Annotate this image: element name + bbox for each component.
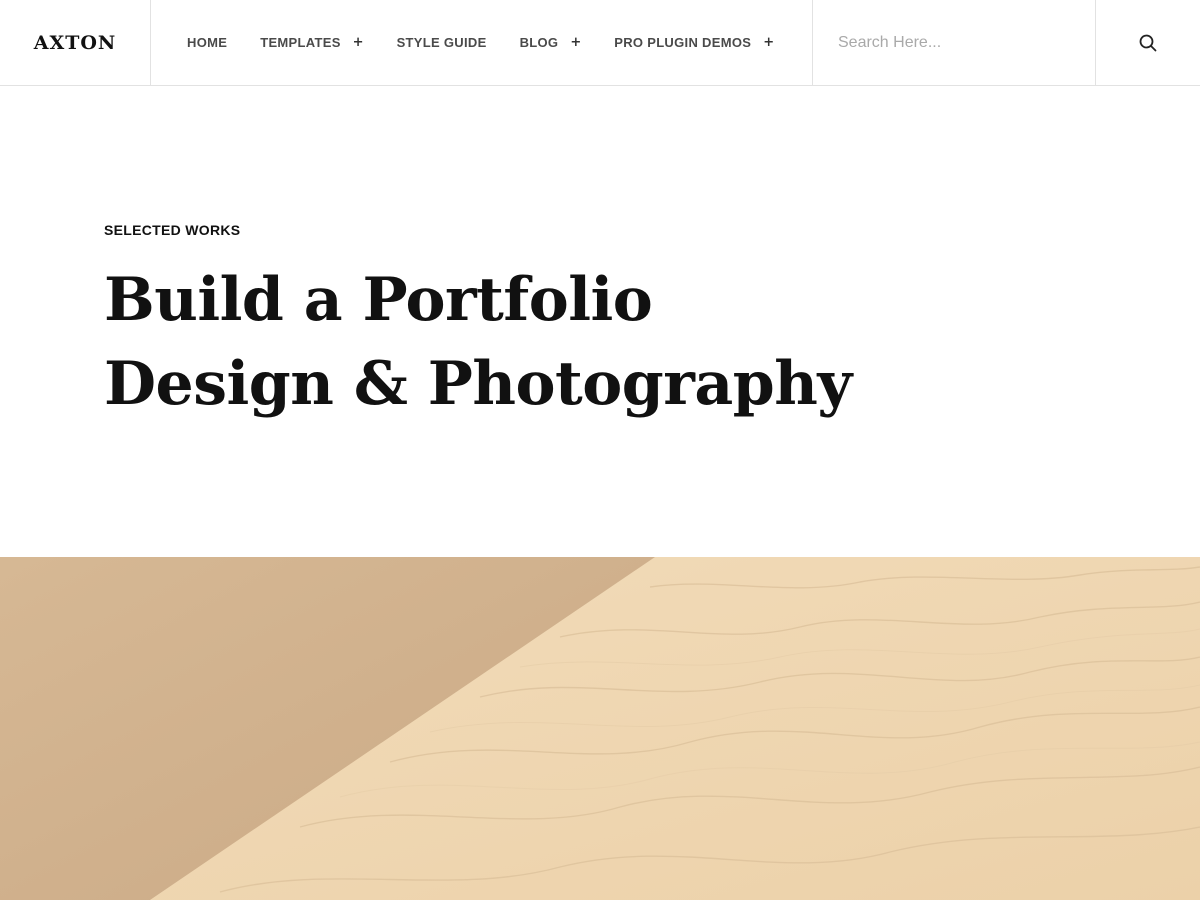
nav-item-label: STYLE GUIDE: [396, 35, 487, 50]
main-nav: HOME TEMPLATES + STYLE GUIDE BLOG + PRO …: [187, 0, 807, 85]
nav-item-blog[interactable]: BLOG +: [520, 35, 582, 50]
search-icon: [1139, 34, 1157, 51]
nav-item-label: PRO PLUGIN DEMOS: [614, 35, 752, 50]
nav-item-label: BLOG: [519, 35, 559, 50]
site-header: AXTON HOME TEMPLATES + STYLE GUIDE BLOG …: [0, 0, 1200, 86]
plus-icon[interactable]: +: [763, 35, 774, 50]
nav-item-templates[interactable]: TEMPLATES +: [260, 35, 363, 50]
nav-item-label: TEMPLATES: [260, 35, 341, 50]
section-eyebrow: SELECTED WORKS: [104, 222, 241, 238]
nav-item-pro-plugin-demos[interactable]: PRO PLUGIN DEMOS +: [614, 35, 774, 50]
nav-item-home[interactable]: HOME: [187, 35, 227, 50]
search-button[interactable]: [1096, 0, 1200, 85]
page-title: Build a Portfolio Design & Photography: [104, 258, 852, 426]
page-title-line-1: Build a Portfolio: [104, 265, 653, 335]
logo-text: AXTON: [33, 31, 117, 54]
page-title-line-2: Design & Photography: [104, 349, 852, 419]
plus-icon[interactable]: +: [570, 35, 581, 50]
site-logo[interactable]: AXTON: [0, 0, 151, 85]
nav-item-style-guide[interactable]: STYLE GUIDE: [397, 35, 487, 50]
nav-item-label: HOME: [187, 35, 228, 50]
plus-icon[interactable]: +: [353, 35, 364, 50]
search-input[interactable]: [813, 0, 1095, 85]
hero-image: [0, 557, 1200, 900]
search-box: [812, 0, 1096, 85]
sand-dune-photo: [0, 557, 1200, 900]
